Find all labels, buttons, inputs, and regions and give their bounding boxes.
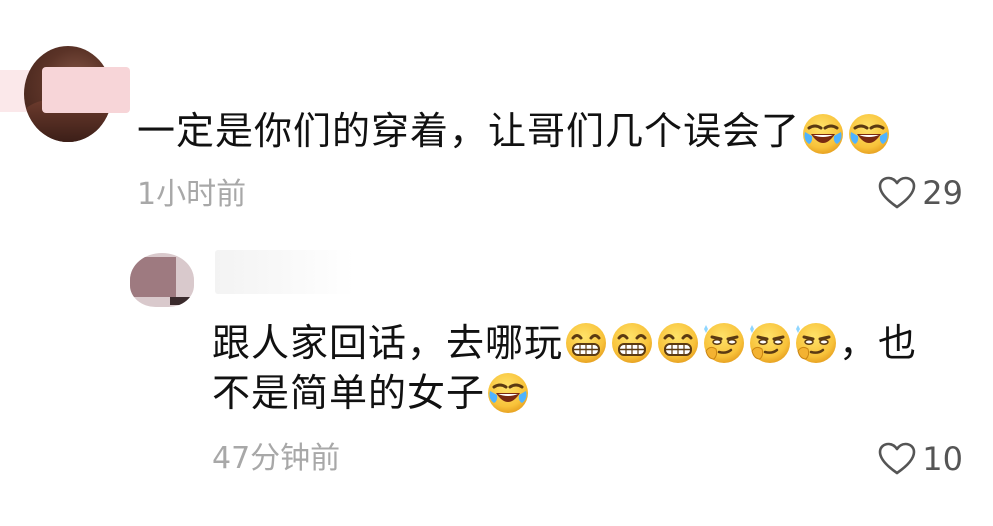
- reply-line: 跟人家回话，去哪玩 ，也: [212, 318, 972, 368]
- reply-body-part2: ，也: [839, 321, 918, 365]
- grin-emoji-icon: [564, 321, 608, 365]
- laugh-cry-emoji-icon: [801, 112, 845, 156]
- grin-emoji-icon: [610, 321, 654, 365]
- comment-thread: 一定是你们的穿着，让哥们几个误会了 1小时前 29 跟人家回话，去哪玩 ，也 不…: [0, 0, 993, 526]
- laugh-cry-emoji-icon: [847, 112, 891, 156]
- reply-line: 不是简单的女子: [212, 368, 972, 418]
- avatar[interactable]: [130, 253, 194, 307]
- reply-timestamp: 47分钟前: [212, 441, 341, 476]
- reply-body-part1: 跟人家回话，去哪玩: [212, 321, 564, 365]
- smirk-emoji-icon: [748, 321, 792, 365]
- laugh-cry-emoji-icon: [486, 371, 530, 415]
- username-blur: [42, 67, 130, 113]
- heart-icon[interactable]: [878, 176, 916, 210]
- smirk-emoji-icon: [794, 321, 838, 365]
- reply-text: 跟人家回话，去哪玩 ，也 不是简单的女子: [212, 318, 972, 418]
- like-count: 10: [922, 440, 963, 478]
- like-button[interactable]: 29: [878, 174, 963, 212]
- heart-icon[interactable]: [878, 442, 916, 476]
- smirk-emoji-icon: [702, 321, 746, 365]
- grin-emoji-icon: [656, 321, 700, 365]
- like-button[interactable]: 10: [878, 440, 963, 478]
- comment-text: 一定是你们的穿着，让哥们几个误会了: [137, 108, 892, 156]
- reply-body-part3: 不是简单的女子: [212, 371, 486, 415]
- username-blur: [215, 250, 355, 294]
- comment-timestamp: 1小时前: [137, 177, 247, 212]
- comment-body: 一定是你们的穿着，让哥们几个误会了: [137, 109, 801, 153]
- like-count: 29: [922, 174, 963, 212]
